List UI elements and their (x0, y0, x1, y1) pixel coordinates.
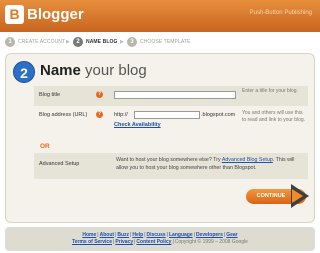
tagline: Push-Button Publishing (249, 10, 312, 16)
footer-link-home[interactable]: Home (82, 232, 96, 238)
step-label: CHOOSE TEMPLATE (140, 39, 191, 45)
footer-row-1: Home|About|Buzz|Help|Discuss|Language|De… (82, 232, 238, 238)
blog-title-note: Enter a title for your blog. (242, 88, 298, 94)
step-number: 1 (5, 37, 15, 47)
copyright-text: Copyright © 1999 – 2008 Google (174, 239, 248, 245)
continue-arrow-inner-icon[interactable] (292, 189, 303, 203)
footer-link-privacy[interactable]: Privacy (115, 239, 133, 245)
title-bold: Name (40, 62, 81, 79)
url-suffix: .blogspot.com (201, 112, 236, 118)
blogger-logo-icon[interactable]: B (5, 5, 24, 24)
blog-title-row: Blog title ? Enter a title for your blog… (34, 86, 308, 106)
blog-title-label: Blog title (39, 92, 61, 98)
step-choose-template: 3 CHOOSE TEMPLATE (127, 35, 191, 49)
title-rest: your blog (85, 62, 147, 79)
url-prefix: http:// (114, 112, 128, 118)
footer-link-content-policy[interactable]: Content Policy (136, 239, 171, 245)
blog-address-note: You and others will use this to read and… (242, 110, 306, 123)
step-name-blog: 2 NAME BLOG (73, 35, 117, 49)
step-arrow-icon: ▶ (120, 39, 124, 45)
page-title: Name your blog (40, 62, 147, 80)
footer-row-2: Terms of Service|Privacy|Content Policy|… (72, 239, 248, 245)
help-icon[interactable]: ? (96, 111, 103, 118)
footer-link-buzz[interactable]: Buzz (117, 232, 129, 238)
footer-link-language[interactable]: Language (169, 232, 193, 238)
advanced-setup-label: Advanced Setup (39, 161, 80, 167)
brand-name[interactable]: Blogger (27, 5, 84, 24)
header-bar: B Blogger Push-Button Publishing (0, 0, 320, 32)
advanced-blog-setup-link[interactable]: Advanced Blog Setup (222, 157, 273, 163)
progress-steps: 1 CREATE ACCOUNT ▶ 2 NAME BLOG ▶ 3 CHOOS… (0, 35, 320, 49)
help-icon[interactable]: ? (96, 91, 103, 98)
step-label: CREATE ACCOUNT (18, 39, 66, 45)
footer-link-about[interactable]: About (100, 232, 114, 238)
check-availability-link[interactable]: Check Availability (114, 122, 161, 128)
footer-links: Home|About|Buzz|Help|Discuss|Language|De… (0, 232, 320, 246)
blog-address-label: Blog address (URL) (39, 112, 88, 118)
footer-link-developers[interactable]: Developers (196, 232, 223, 238)
blog-address-input[interactable] (134, 111, 200, 119)
step-create-account: 1 CREATE ACCOUNT (5, 35, 65, 49)
footer-link-terms[interactable]: Terms of Service (72, 239, 112, 245)
step-number: 3 (127, 37, 137, 47)
step-badge: 2 (13, 61, 35, 83)
advanced-text-1: Want to host your blog somewhere else? T… (116, 157, 221, 163)
step-arrow-icon: ▶ (66, 39, 70, 45)
blog-title-input[interactable] (114, 91, 236, 99)
footer-link-discuss[interactable]: Discuss (147, 232, 166, 238)
footer-link-help[interactable]: Help (132, 232, 143, 238)
advanced-setup-text: Want to host your blog somewhere else? T… (116, 156, 304, 172)
blog-address-row: Blog address (URL) ? http:// .blogspot.c… (34, 108, 308, 138)
step-number: 2 (73, 37, 83, 47)
footer-link-gear[interactable]: Gear (226, 232, 237, 238)
step-label: NAME BLOG (86, 39, 118, 45)
or-divider: OR (40, 143, 50, 150)
